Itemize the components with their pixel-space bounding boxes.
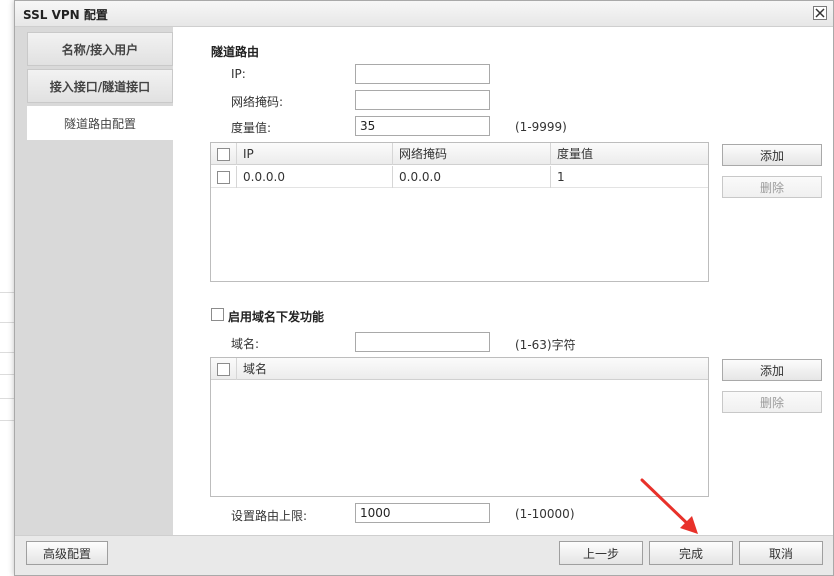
select-all-checkbox[interactable] xyxy=(217,147,230,161)
button-label: 添加 xyxy=(759,148,784,163)
background-divider xyxy=(0,420,14,421)
header-checkbox-cell xyxy=(211,143,237,165)
nav-item-interfaces[interactable]: 接入接口/隧道接口 xyxy=(27,69,173,103)
domain-add-button[interactable]: 添加 xyxy=(722,359,822,381)
ip-input[interactable] xyxy=(355,64,490,84)
mask-label: 网络掩码: xyxy=(231,95,284,109)
row-checkbox[interactable] xyxy=(217,170,230,184)
nav-item-tunnel-route[interactable]: 隧道路由配置 xyxy=(27,106,173,140)
nav-item-label: 接入接口/隧道接口 xyxy=(49,79,151,94)
dialog-body: 名称/接入用户 接入接口/隧道接口 隧道路由配置 隧道路由 IP: 网络掩码: … xyxy=(15,27,833,537)
button-label: 上一步 xyxy=(582,546,619,561)
route-table: IP 网络掩码 度量值 0.0.0.0 0.0.0.0 1 xyxy=(210,142,709,282)
close-button[interactable] xyxy=(813,6,827,20)
cancel-button[interactable]: 取消 xyxy=(739,541,823,565)
route-limit-input[interactable] xyxy=(355,503,490,523)
route-limit-hint: (1-10000) xyxy=(515,507,575,521)
table-row[interactable]: 0.0.0.0 0.0.0.0 1 xyxy=(211,166,708,188)
button-label: 取消 xyxy=(768,546,793,561)
column-header-domain: 域名 xyxy=(243,362,268,376)
section-title-tunnel-route: 隧道路由 xyxy=(211,45,260,59)
domain-table: 域名 xyxy=(210,357,709,497)
route-add-button[interactable]: 添加 xyxy=(722,144,822,166)
cell-mask: 0.0.0.0 xyxy=(393,166,551,188)
wizard-nav: 名称/接入用户 接入接口/隧道接口 隧道路由配置 xyxy=(15,27,173,537)
background-divider xyxy=(0,292,14,293)
domain-delete-button[interactable]: 删除 xyxy=(722,391,822,413)
header-checkbox-cell xyxy=(211,358,237,380)
column-header-ip: IP xyxy=(237,143,393,165)
ip-label: IP: xyxy=(231,67,246,81)
enable-domain-label: 启用域名下发功能 xyxy=(228,310,325,324)
background-divider xyxy=(0,352,14,353)
enable-domain-checkbox[interactable] xyxy=(211,308,224,321)
dialog-footer: 高级配置 上一步 完成 取消 xyxy=(15,535,833,575)
nav-item-name-users[interactable]: 名称/接入用户 xyxy=(27,32,173,66)
content-panel: 隧道路由 IP: 网络掩码: 度量值: (1-9999) IP 网络掩码 度量值 xyxy=(173,27,833,537)
domain-hint: (1-63)字符 xyxy=(515,338,576,352)
advanced-config-button[interactable]: 高级配置 xyxy=(26,541,108,565)
domain-label: 域名: xyxy=(231,337,260,351)
nav-item-label: 隧道路由配置 xyxy=(63,116,136,131)
select-all-domain-checkbox[interactable] xyxy=(217,362,230,376)
route-limit-label: 设置路由上限: xyxy=(231,509,308,523)
cell-ip: 0.0.0.0 xyxy=(237,166,393,188)
metric-hint: (1-9999) xyxy=(515,120,567,134)
domain-input[interactable] xyxy=(355,332,490,352)
finish-button[interactable]: 完成 xyxy=(649,541,733,565)
nav-item-label: 名称/接入用户 xyxy=(61,42,139,57)
dialog-title: SSL VPN 配置 xyxy=(23,8,108,22)
row-checkbox-cell xyxy=(211,166,237,188)
metric-label: 度量值: xyxy=(231,121,272,135)
route-table-header: IP 网络掩码 度量值 xyxy=(211,143,708,165)
background-divider xyxy=(0,322,14,323)
button-label: 删除 xyxy=(759,180,784,195)
domain-table-header: 域名 xyxy=(211,358,708,380)
button-label: 添加 xyxy=(759,363,784,378)
button-label: 删除 xyxy=(759,395,784,410)
metric-input[interactable] xyxy=(355,116,490,136)
close-icon xyxy=(815,8,825,18)
background-divider xyxy=(0,374,14,375)
prev-step-button[interactable]: 上一步 xyxy=(559,541,643,565)
column-header-mask: 网络掩码 xyxy=(393,143,551,165)
mask-input[interactable] xyxy=(355,90,490,110)
column-header-metric: 度量值 xyxy=(557,147,594,161)
route-delete-button[interactable]: 删除 xyxy=(722,176,822,198)
ssl-vpn-dialog: SSL VPN 配置 名称/接入用户 接入接口/隧道接口 隧道路由配置 隧道路由… xyxy=(14,0,834,576)
button-label: 高级配置 xyxy=(42,546,91,561)
cell-metric: 1 xyxy=(557,170,565,184)
dialog-titlebar: SSL VPN 配置 xyxy=(15,1,833,27)
button-label: 完成 xyxy=(678,546,703,561)
background-divider xyxy=(0,398,14,399)
